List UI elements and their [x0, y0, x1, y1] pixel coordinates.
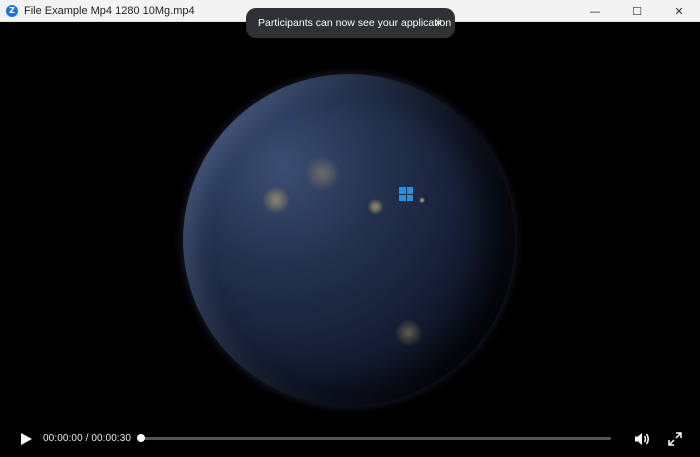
video-frame[interactable]: [0, 22, 700, 422]
windows-logo-icon: [399, 187, 413, 201]
notification-message: Participants can now see your applicatio…: [258, 17, 452, 29]
notification-close-icon[interactable]: ×: [434, 16, 443, 29]
seek-bar[interactable]: [141, 437, 611, 440]
player-controls: 00:00:00 / 00:00:30: [0, 422, 700, 457]
play-icon[interactable]: [18, 431, 34, 447]
seek-handle[interactable]: [137, 434, 145, 442]
app-logo-icon: Z: [6, 4, 18, 17]
maximize-button[interactable]: ☐: [616, 0, 658, 22]
earth-video-image: [183, 74, 515, 406]
window-title: File Example Mp4 1280 10Mg.mp4: [24, 4, 195, 17]
minimize-button[interactable]: —: [574, 0, 616, 22]
fullscreen-icon[interactable]: [667, 431, 683, 447]
volume-icon[interactable]: [633, 431, 651, 447]
time-display: 00:00:00 / 00:00:30: [43, 433, 132, 444]
close-button[interactable]: ✕: [658, 0, 700, 22]
sharing-notification: Participants can now see your applicatio…: [246, 8, 455, 38]
window-controls: — ☐ ✕: [574, 0, 700, 22]
